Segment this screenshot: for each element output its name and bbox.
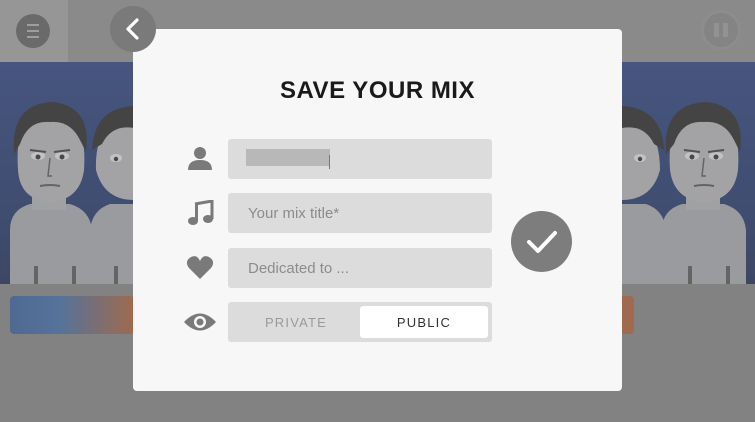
user-icon	[185, 143, 215, 173]
confirm-button[interactable]	[511, 211, 572, 272]
text-caret	[329, 155, 330, 169]
back-button[interactable]	[110, 6, 156, 52]
save-mix-dialog: SAVE YOUR MIX PRIVATE PUBLIC	[133, 29, 622, 391]
public-option[interactable]: PUBLIC	[360, 306, 488, 338]
private-option[interactable]: PRIVATE	[232, 306, 360, 338]
name-field[interactable]	[228, 139, 492, 179]
chevron-left-icon	[126, 18, 139, 40]
checkmark-icon	[526, 230, 557, 253]
visibility-toggle: PRIVATE PUBLIC	[228, 302, 492, 342]
redacted-name	[246, 149, 330, 166]
dialog-title: SAVE YOUR MIX	[280, 77, 475, 104]
eye-icon	[183, 307, 217, 337]
dedication-input[interactable]	[228, 248, 492, 288]
music-note-icon	[185, 198, 215, 228]
mix-title-input[interactable]	[228, 193, 492, 233]
heart-icon	[185, 253, 215, 283]
